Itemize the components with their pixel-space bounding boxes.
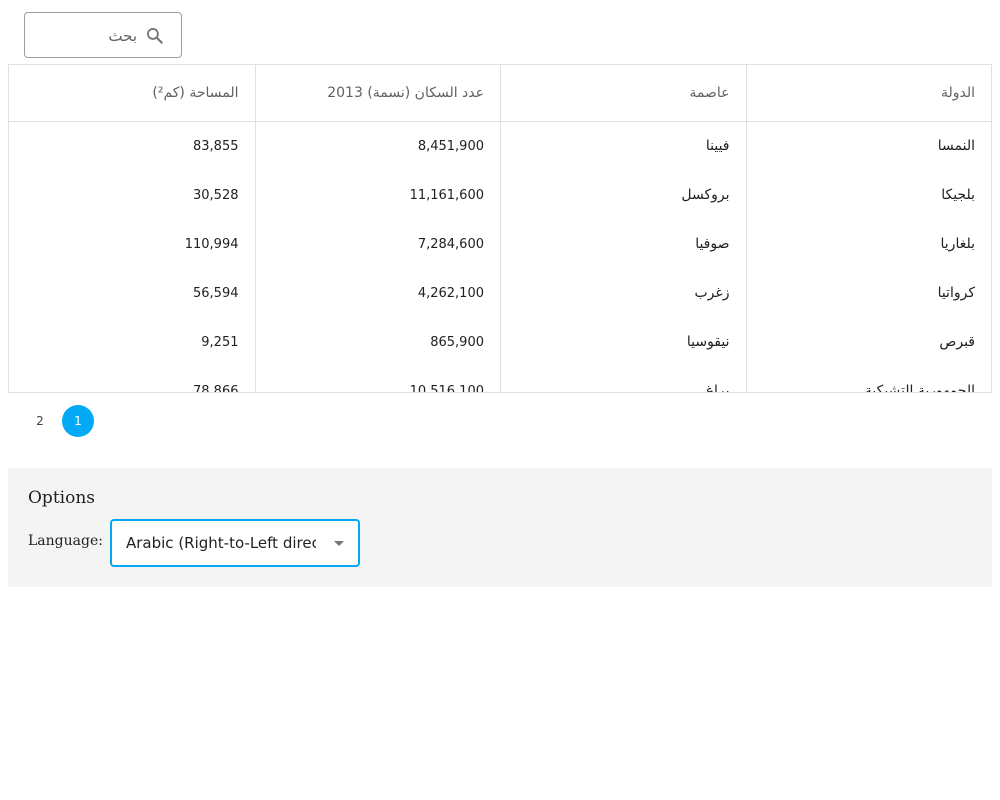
cell-country[interactable]: قبرص: [745, 318, 992, 367]
cell-capital[interactable]: نيقوسيا: [500, 318, 746, 367]
table-row[interactable]: بلجيكا بروكسل 11,161,600 30,528: [9, 171, 991, 220]
cell-population[interactable]: 11,161,600: [254, 171, 501, 220]
page-button-2[interactable]: 2: [24, 405, 56, 437]
page: الدولة عاصمة عدد السكان (نسمة) 2013 المس…: [0, 0, 1000, 800]
language-select-value: Arabic (Right-to-Left direct: [126, 534, 316, 552]
grid-header: الدولة عاصمة عدد السكان (نسمة) 2013 المس…: [9, 65, 991, 122]
cell-country[interactable]: النمسا: [745, 122, 992, 171]
cell-population[interactable]: 8,451,900: [254, 122, 501, 171]
cell-area[interactable]: 56,594: [9, 269, 255, 318]
cell-area[interactable]: 110,994: [9, 220, 255, 269]
cell-population[interactable]: 865,900: [254, 318, 501, 367]
cell-country[interactable]: الجمهورية التشيكية: [745, 367, 992, 392]
cell-population[interactable]: 4,262,100: [254, 269, 501, 318]
column-header-capital[interactable]: عاصمة: [500, 65, 746, 121]
data-grid: الدولة عاصمة عدد السكان (نسمة) 2013 المس…: [8, 64, 992, 393]
cell-area[interactable]: 9,251: [9, 318, 255, 367]
cell-capital[interactable]: بروكسل: [500, 171, 746, 220]
cell-capital[interactable]: براغ: [500, 367, 746, 392]
table-row[interactable]: الجمهورية التشيكية براغ 10,516,100 78,86…: [9, 367, 991, 392]
cell-area[interactable]: 83,855: [9, 122, 255, 171]
cell-country[interactable]: بلغاريا: [745, 220, 992, 269]
cell-country[interactable]: بلجيكا: [745, 171, 992, 220]
column-header-population[interactable]: عدد السكان (نسمة) 2013: [254, 65, 501, 121]
table-row[interactable]: قبرص نيقوسيا 865,900 9,251: [9, 318, 991, 367]
language-select[interactable]: Arabic (Right-to-Left direct: [110, 519, 360, 567]
table-row[interactable]: كرواتيا زغرب 4,262,100 56,594: [9, 269, 991, 318]
options-panel: Options Language: Arabic (Right-to-Left …: [8, 468, 992, 587]
cell-population[interactable]: 7,284,600: [254, 220, 501, 269]
cell-area[interactable]: 78,866: [9, 367, 255, 392]
page-button-1[interactable]: 1: [62, 405, 94, 437]
cell-capital[interactable]: فيينا: [500, 122, 746, 171]
search-box[interactable]: [24, 12, 182, 58]
column-header-country[interactable]: الدولة: [745, 65, 992, 121]
cell-capital[interactable]: زغرب: [500, 269, 746, 318]
cell-population[interactable]: 10,516,100: [254, 367, 501, 392]
column-header-area[interactable]: المساحة (كم²): [9, 65, 255, 121]
cell-area[interactable]: 30,528: [9, 171, 255, 220]
chevron-down-icon[interactable]: [334, 541, 344, 546]
cell-capital[interactable]: صوفيا: [500, 220, 746, 269]
language-label: Language:: [28, 533, 103, 549]
cell-country[interactable]: كرواتيا: [745, 269, 992, 318]
grid-body[interactable]: النمسا فيينا 8,451,900 83,855 بلجيكا برو…: [9, 122, 991, 392]
table-row[interactable]: النمسا فيينا 8,451,900 83,855: [9, 122, 991, 171]
search-input[interactable]: [37, 23, 137, 49]
search-icon[interactable]: [145, 26, 165, 46]
table-row[interactable]: بلغاريا صوفيا 7,284,600 110,994: [9, 220, 991, 269]
pagination: 2 1: [24, 405, 100, 437]
options-title: Options: [28, 488, 95, 508]
